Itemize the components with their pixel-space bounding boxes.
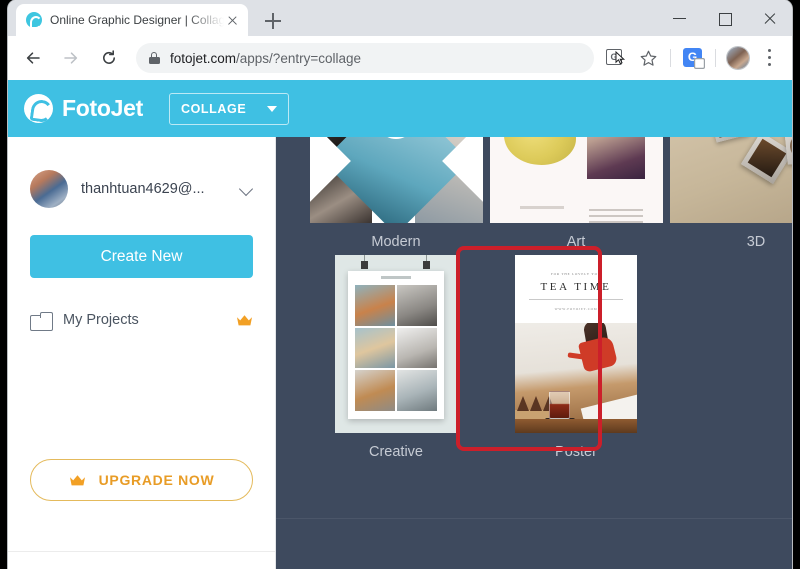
fotojet-favicon bbox=[26, 12, 42, 29]
address-bar[interactable]: fotojet.com/apps/?entry=collage bbox=[136, 43, 594, 73]
gtrans-glyph: G bbox=[683, 48, 705, 69]
browser-tab-strip: Online Graphic Designer | Collage bbox=[8, 0, 792, 36]
threed-artwork bbox=[669, 137, 792, 223]
close-icon[interactable] bbox=[224, 12, 240, 28]
template-gallery: Modern Art 3D Creative FOR THE LOVELY YO… bbox=[276, 137, 792, 569]
brand-name: FotoJet bbox=[62, 95, 143, 121]
account-name: thanhtuan4629@... bbox=[81, 181, 205, 197]
maximize-button[interactable] bbox=[702, 0, 747, 36]
crown-icon bbox=[69, 474, 86, 487]
art-artwork bbox=[489, 137, 663, 223]
browser-toolbar: fotojet.com/apps/?entry=collage G G bbox=[8, 36, 792, 80]
new-tab-button[interactable] bbox=[260, 8, 286, 34]
page-viewport: FotoJet COLLAGE thanhtuan4629@... Create… bbox=[8, 80, 792, 569]
poster-site-text: WWW.FOTOJET.COM bbox=[554, 307, 598, 311]
chevron-down-icon bbox=[266, 105, 277, 112]
lock-icon bbox=[148, 51, 160, 65]
window-controls bbox=[657, 0, 792, 36]
template-label: Creative bbox=[369, 444, 423, 460]
template-row-middle: Creative FOR THE LOVELY YOU TEA TIME WWW… bbox=[276, 255, 792, 460]
template-row-top: Modern Art 3D bbox=[276, 137, 792, 250]
url-domain: fotojet.com bbox=[170, 50, 237, 66]
create-new-button[interactable]: Create New bbox=[30, 235, 253, 278]
account-avatar bbox=[30, 170, 68, 208]
modern-artwork bbox=[309, 137, 483, 223]
three-dots-menu-icon[interactable] bbox=[756, 44, 784, 72]
translate-icon[interactable]: G bbox=[602, 44, 630, 72]
gallery-divider bbox=[276, 518, 792, 519]
browser-tab-title: Online Graphic Designer | Collage bbox=[50, 13, 224, 27]
back-button[interactable] bbox=[17, 42, 49, 74]
browser-window: Online Graphic Designer | Collage fotoje… bbox=[8, 0, 792, 569]
reload-icon bbox=[101, 50, 117, 66]
close-window-button[interactable] bbox=[747, 0, 792, 36]
template-card-creative[interactable]: Creative bbox=[306, 255, 486, 460]
template-card-3d[interactable]: 3D bbox=[666, 137, 792, 250]
chevron-down-icon[interactable] bbox=[239, 182, 253, 196]
app-body: thanhtuan4629@... Create New My Projects bbox=[8, 137, 792, 569]
template-thumbnail[interactable] bbox=[309, 137, 483, 223]
template-card-art[interactable]: Art bbox=[486, 137, 666, 250]
sidebar-item-my-projects[interactable]: My Projects bbox=[30, 306, 253, 334]
folder-icon bbox=[30, 311, 53, 331]
template-label: 3D bbox=[746, 234, 766, 250]
poster-title-text: TEA TIME bbox=[540, 281, 612, 293]
star-icon bbox=[640, 50, 657, 67]
menu-dots bbox=[768, 49, 772, 67]
fotojet-mark-icon bbox=[24, 94, 53, 123]
template-label: Modern bbox=[371, 234, 421, 250]
url-text: fotojet.com/apps/?entry=collage bbox=[170, 51, 361, 66]
template-card-modern[interactable]: Modern bbox=[306, 137, 486, 250]
template-thumbnail[interactable]: FOR THE LOVELY YOU TEA TIME WWW.FOTOJET.… bbox=[515, 255, 637, 433]
template-label: Art bbox=[566, 234, 586, 250]
collage-mode-label: COLLAGE bbox=[180, 101, 247, 116]
fotojet-logo[interactable]: FotoJet bbox=[24, 94, 143, 123]
template-card-poster[interactable]: FOR THE LOVELY YOU TEA TIME WWW.FOTOJET.… bbox=[486, 255, 666, 460]
reload-button[interactable] bbox=[93, 42, 125, 74]
template-thumbnail[interactable] bbox=[669, 137, 792, 223]
forward-arrow-icon bbox=[64, 51, 78, 65]
minimize-button[interactable] bbox=[657, 0, 702, 36]
back-arrow-icon bbox=[26, 51, 40, 65]
upgrade-now-button[interactable]: UPGRADE NOW bbox=[30, 459, 253, 501]
mouse-cursor-icon bbox=[615, 50, 626, 65]
sidebar: thanhtuan4629@... Create New My Projects bbox=[8, 137, 276, 569]
browser-tab[interactable]: Online Graphic Designer | Collage bbox=[16, 4, 248, 36]
url-path: /apps/?entry=collage bbox=[236, 50, 361, 66]
collage-mode-dropdown[interactable]: COLLAGE bbox=[168, 92, 289, 125]
toolbar-divider-right bbox=[715, 49, 716, 67]
creative-artwork bbox=[335, 255, 457, 433]
bookmark-star-button[interactable] bbox=[634, 44, 662, 72]
sidebar-divider bbox=[8, 551, 275, 552]
poster-kicker-text: FOR THE LOVELY YOU bbox=[550, 272, 602, 276]
toolbar-divider-left bbox=[670, 49, 671, 67]
poster-artwork: FOR THE LOVELY YOU TEA TIME WWW.FOTOJET.… bbox=[515, 255, 637, 433]
app-header: FotoJet COLLAGE bbox=[8, 80, 792, 137]
sidebar-item-label: My Projects bbox=[63, 312, 139, 328]
template-thumbnail[interactable] bbox=[335, 255, 457, 433]
forward-button[interactable] bbox=[55, 42, 87, 74]
template-thumbnail[interactable] bbox=[489, 137, 663, 223]
crown-icon bbox=[236, 314, 253, 327]
template-label: Poster bbox=[555, 444, 597, 460]
google-translate-extension-icon[interactable]: G bbox=[679, 44, 707, 72]
profile-avatar-image bbox=[727, 47, 749, 69]
account-row[interactable]: thanhtuan4629@... bbox=[8, 170, 275, 208]
avatar[interactable] bbox=[724, 44, 752, 72]
upgrade-now-label: UPGRADE NOW bbox=[98, 472, 215, 488]
